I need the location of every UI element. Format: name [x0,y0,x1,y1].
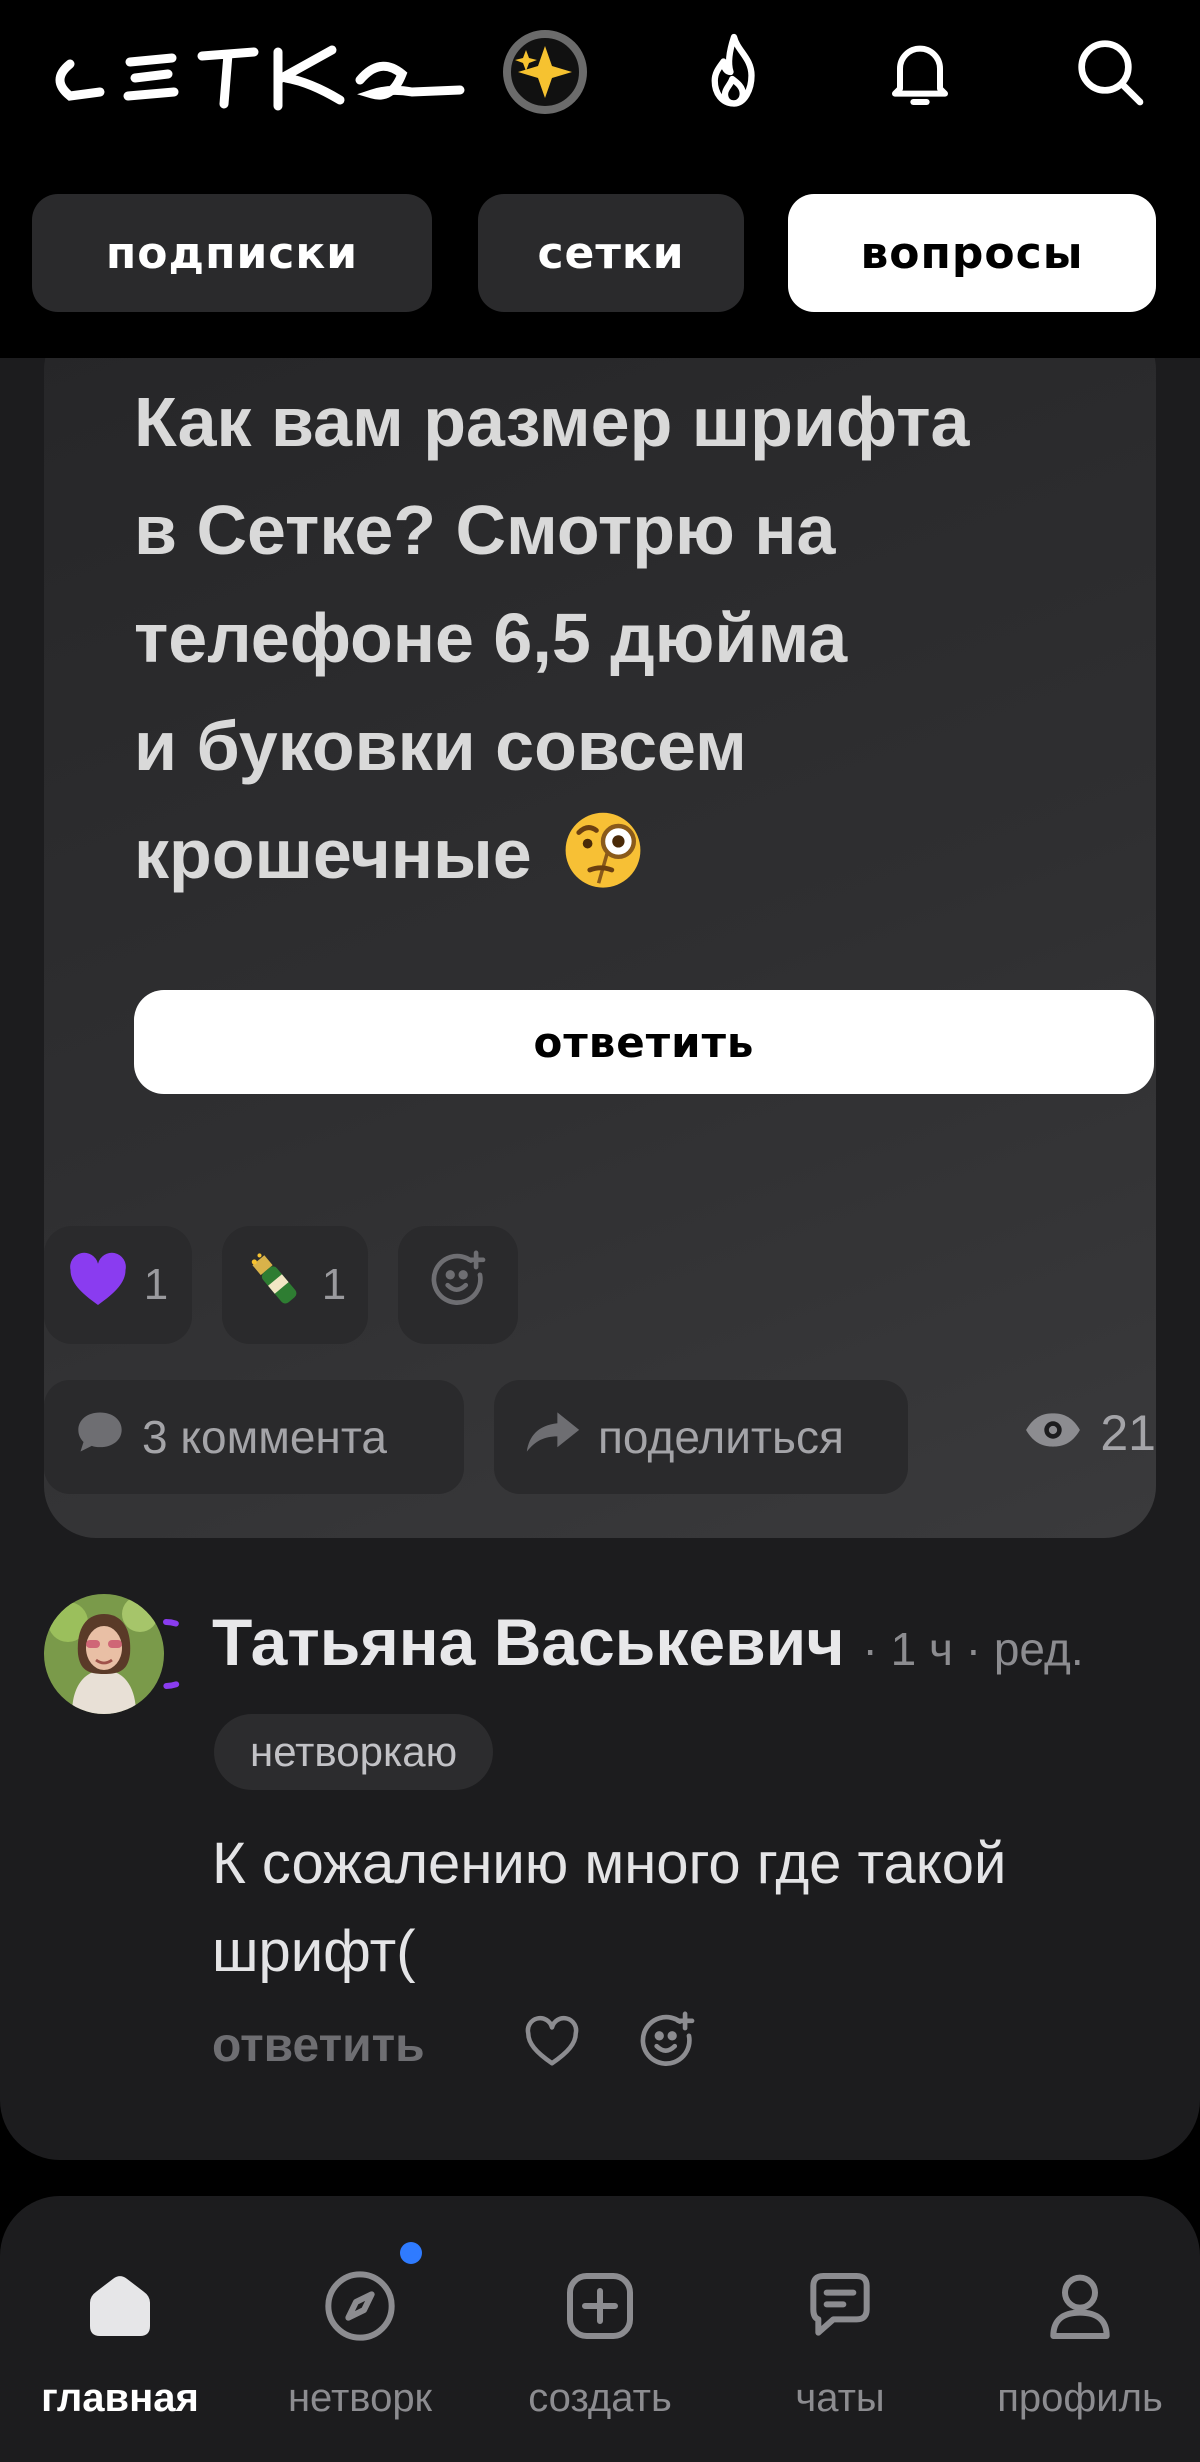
share-button[interactable]: поделиться [494,1380,908,1494]
nav-home[interactable]: главная [0,2196,240,2462]
reaction-champagne[interactable]: 1 [222,1226,368,1344]
comment-author-name[interactable]: Татьяна Васькевич [212,1604,845,1680]
question-line-text: крошечные [134,815,532,893]
tab-subscriptions[interactable]: подписки [32,194,432,312]
views-counter: 21 [1024,1404,1156,1462]
feed-post: Как вам размер шрифта в Сетке? Смотрю на… [0,358,1200,2160]
notification-dot [400,2242,422,2264]
question-line: крошечные [134,800,1134,908]
comment-line: шрифт( [212,1919,416,1984]
story-ring-icon [163,1619,180,1689]
comments-button[interactable]: 3 коммента [44,1380,464,1494]
tab-networks[interactable]: сетки [478,194,744,312]
top-header [0,0,1200,150]
status-badge: нетворкаю [214,1714,494,1790]
plus-square-icon [556,2262,644,2350]
question-line: телефоне 6,5 дюйма [134,599,848,677]
nav-chats[interactable]: чаты [720,2196,960,2462]
nav-create[interactable]: создать [480,2196,720,2462]
reaction-count: 1 [143,1260,169,1309]
fire-icon[interactable] [690,28,778,116]
comments-label: 3 коммента [142,1411,387,1463]
nav-label: чаты [795,2376,885,2420]
heart-outline-icon[interactable] [522,2012,582,2072]
chat-icon [796,2262,884,2350]
views-count: 21 [1100,1405,1156,1461]
comment-text: К сожалению много где такой шрифт( [212,1820,1152,1996]
comment-avatar[interactable] [44,1594,180,1726]
comment-author-line: Татьяна Васькевич · 1 ч · ред. [212,1604,1084,1680]
comment-reply-button[interactable]: ответить [212,2018,425,2073]
question-line: в Сетке? Смотрю на [134,491,836,569]
reaction-purple-heart[interactable]: 1 [44,1226,192,1344]
nav-network[interactable]: нетворк [240,2196,480,2462]
compass-icon [316,2262,404,2350]
bell-icon[interactable] [876,28,964,116]
add-emoji-icon[interactable] [636,2010,698,2072]
champagne-emoji-icon [244,1249,306,1322]
nav-label: нетворк [287,2376,433,2420]
answer-button[interactable]: ответить [134,990,1154,1094]
eye-icon [1024,1404,1082,1462]
profile-icon [1036,2262,1124,2350]
question-line: и буковки совсем [134,707,747,785]
question-line: Как вам размер шрифта [134,383,970,461]
purple-heart-emoji-icon [68,1252,128,1319]
avatar [44,1594,164,1714]
add-reaction-button[interactable] [398,1226,518,1344]
nav-label: создать [528,2376,672,2420]
share-label: поделиться [598,1411,844,1463]
share-arrow-icon [524,1408,582,1467]
search-icon[interactable] [1066,28,1154,116]
add-emoji-icon [427,1249,489,1322]
home-icon [76,2262,164,2350]
feed-tabs: подписки сетки вопросы [0,190,1200,320]
tab-questions[interactable]: вопросы [788,194,1156,312]
question-card: Как вам размер шрифта в Сетке? Смотрю на… [44,358,1156,1538]
comment-meta: · 1 ч · ред. [862,1623,1084,1675]
comment-line: К сожалению много где такой [212,1831,1007,1896]
nav-label: профиль [997,2376,1163,2420]
reaction-count: 1 [321,1260,347,1309]
nav-label: главная [41,2376,199,2420]
bottom-navigation: главная нетворк создать чаты профиль [0,2196,1200,2462]
app-screen: подписки сетки вопросы Как вам размер шр… [0,0,1200,2462]
comment-bubble-icon [74,1408,126,1467]
question-text: Как вам размер шрифта в Сетке? Смотрю на… [134,368,1134,908]
app-logo[interactable] [40,22,600,122]
face-with-monocle-emoji-icon [559,804,647,892]
nav-profile[interactable]: профиль [960,2196,1200,2462]
